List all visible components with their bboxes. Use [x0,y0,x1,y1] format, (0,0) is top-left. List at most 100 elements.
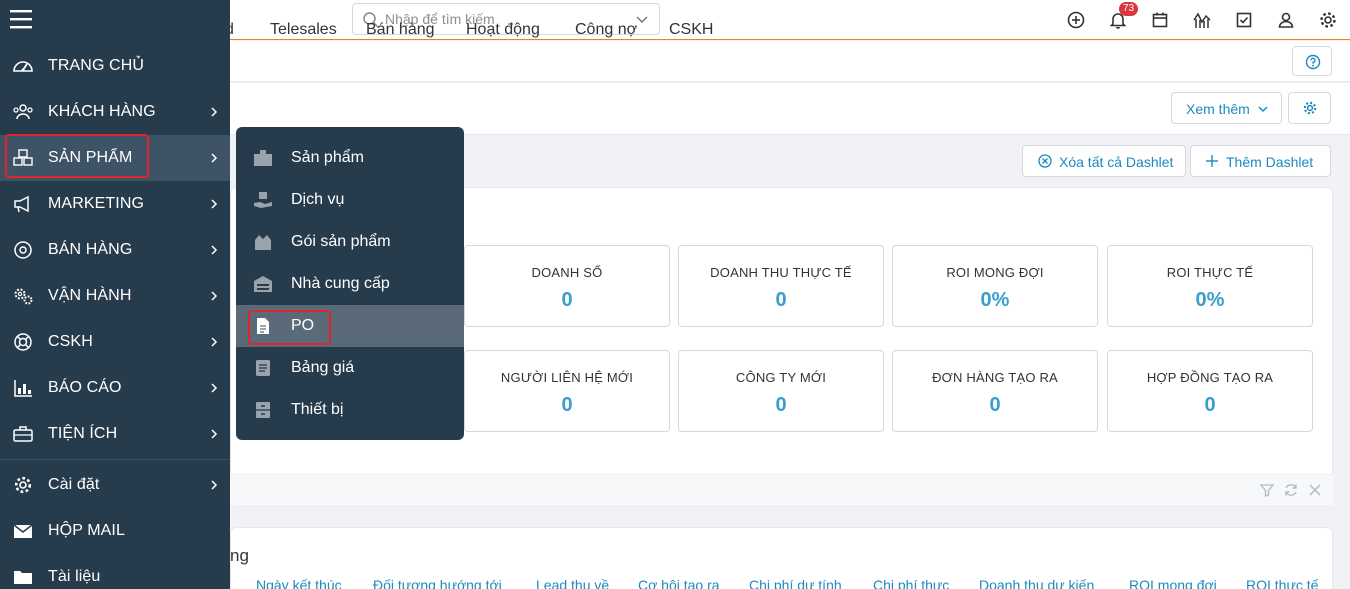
stat-value: 0 [989,394,1001,416]
stat-label: ROI MONG ĐỢI [946,265,1044,280]
sidebar-item-label: BÁN HÀNG [48,241,133,258]
column-header[interactable]: Ngày kết thúc [256,577,342,589]
stat-label: ĐƠN HÀNG TẠO RA [932,370,1058,385]
service-hand-icon [254,192,272,208]
column-header[interactable]: ROI thực tế [1246,577,1318,589]
gear-icon [1303,101,1317,115]
sidebar-item-label: CSKH [48,333,93,350]
chevron-right-icon [211,107,218,117]
submenu-item-label: Gói sản phẩm [291,233,391,250]
sidebar-item-label: Cài đặt [48,476,100,493]
sidebar-divider [0,459,230,460]
column-header[interactable]: Chi phí dự tính [749,577,842,589]
sidebar-item-bao-cao[interactable]: BÁO CÁO [0,365,230,411]
settings-icon [14,476,32,494]
hamburger-menu-icon[interactable] [10,8,34,30]
stat-value: 0 [1204,394,1216,416]
tab-settings-button[interactable] [1288,92,1331,124]
customers-icon [13,104,33,120]
sidebar-item-marketing[interactable]: MARKETING [0,181,230,227]
warehouse-icon [254,276,272,292]
gear-icon[interactable] [1318,10,1338,30]
chevron-right-icon [211,199,218,209]
chevron-right-icon [211,337,218,347]
stat-label: NGƯỜI LIÊN HỆ MỚI [500,370,634,385]
sidebar-item-label: TIỆN ÍCH [48,425,118,442]
column-header[interactable]: Chi phí thực [873,577,949,589]
more-tabs-button[interactable]: Xem thêm [1171,92,1282,124]
stat-card: DOANH THU THỰC TẾ 0 [678,245,884,327]
column-header[interactable]: Cơ hội tạo ra [638,577,720,589]
chevron-right-icon [211,245,218,255]
plus-icon [1206,155,1218,167]
stat-card: ĐƠN HÀNG TẠO RA 0 [892,350,1098,432]
tab-ban-hang[interactable]: Bán hàng [366,21,435,39]
chevron-down-icon[interactable] [635,13,649,27]
chevron-right-icon [211,429,218,439]
column-header[interactable]: ROI mong đợi [1129,577,1217,589]
sidebar-item-cai-dat[interactable]: Cài đặt [0,462,230,508]
sidebar-item-label: BÁO CÁO [48,379,122,396]
sidebar-item-tien-ich[interactable]: TIỆN ÍCH [0,411,230,457]
close-icon[interactable] [1307,482,1323,498]
sidebar-item-cskh[interactable]: CSKH [0,319,230,365]
package-icon [255,235,271,250]
chart-icon[interactable] [1192,10,1212,30]
lifebuoy-icon [14,333,32,351]
stat-card: NGƯỜI LIÊN HỆ MỚI 0 [464,350,670,432]
stat-card: CÔNG TY MỚI 0 [678,350,884,432]
submenu-item-goi-san-pham[interactable]: Gói sản phẩm [236,221,464,263]
close-circle-icon [1038,154,1052,168]
submenu-item-dich-vu[interactable]: Dịch vụ [236,179,464,221]
help-button[interactable] [1292,46,1332,76]
product-box-icon [254,150,272,166]
bar-chart-icon [14,380,32,397]
column-header[interactable]: Doanh thu dự kiến [979,577,1094,589]
column-header[interactable]: Lead thu về [536,577,609,589]
question-icon [1305,54,1321,70]
submenu-item-label: Dịch vụ [291,191,345,208]
chevron-right-icon [211,291,218,301]
sidebar-item-label: MARKETING [48,195,145,212]
submenu-item-bang-gia[interactable]: Bảng giá [236,347,464,389]
calendar-icon[interactable] [1150,10,1170,30]
stat-card: ROI THỰC TẾ 0% [1107,245,1313,327]
submenu-item-nha-cung-cap[interactable]: Nhà cung cấp [236,263,464,305]
task-check-icon[interactable] [1234,10,1254,30]
clear-dashlets-button[interactable]: Xóa tất cả Dashlet [1022,145,1186,177]
user-icon[interactable] [1276,10,1296,30]
sidebar-item-label: VẬN HÀNH [48,287,132,304]
stat-label: ROI THỰC TẾ [1166,265,1254,280]
tab-cskh[interactable]: CSKH [669,21,713,39]
chevron-right-icon [211,383,218,393]
highlight-box [248,310,331,345]
stat-card: ROI MONG ĐỢI 0% [892,245,1098,327]
add-dashlet-button[interactable]: Thêm Dashlet [1190,145,1331,177]
sidebar-item-trang-chu[interactable]: TRANG CHỦ [0,43,230,89]
column-header[interactable]: Đối tượng hướng tới [373,577,502,589]
sidebar-item-ban-hang[interactable]: BÁN HÀNG [0,227,230,273]
stat-value: 0% [1195,289,1225,311]
sidebar-item-van-hanh[interactable]: VẬN HÀNH [0,273,230,319]
folder-icon [14,571,32,584]
price-list-icon [256,360,270,376]
sidebar-item-label: HỘP MAIL [48,522,125,539]
stat-card: DOANH SỐ 0 [464,245,670,327]
stat-label: HỢP ĐỒNG TẠO RA [1146,370,1274,385]
chevron-down-icon [1258,106,1268,113]
tab-telesales[interactable]: Telesales [270,21,337,39]
sidebar-item-khach-hang[interactable]: KHÁCH HÀNG [0,89,230,135]
refresh-icon[interactable] [1283,482,1299,498]
more-tabs-label: Xem thêm [1186,101,1250,117]
submenu-item-thiet-bi[interactable]: Thiết bị [236,389,464,431]
tab-hoat-dong[interactable]: Hoạt động [466,21,540,39]
add-circle-icon[interactable] [1066,10,1086,30]
submenu-item-san-pham[interactable]: Sản phẩm [236,137,464,179]
sidebar-item-hop-mail[interactable]: HỘP MAIL [0,508,230,554]
add-dashlet-label: Thêm Dashlet [1226,154,1314,170]
tab-cong-no[interactable]: Công nợ [575,21,637,39]
dashlet-title: ng [230,546,249,565]
sidebar-item-tai-lieu[interactable]: Tài liệu [0,554,230,589]
stat-label: CÔNG TY MỚI [735,370,827,385]
filter-icon[interactable] [1259,482,1275,498]
